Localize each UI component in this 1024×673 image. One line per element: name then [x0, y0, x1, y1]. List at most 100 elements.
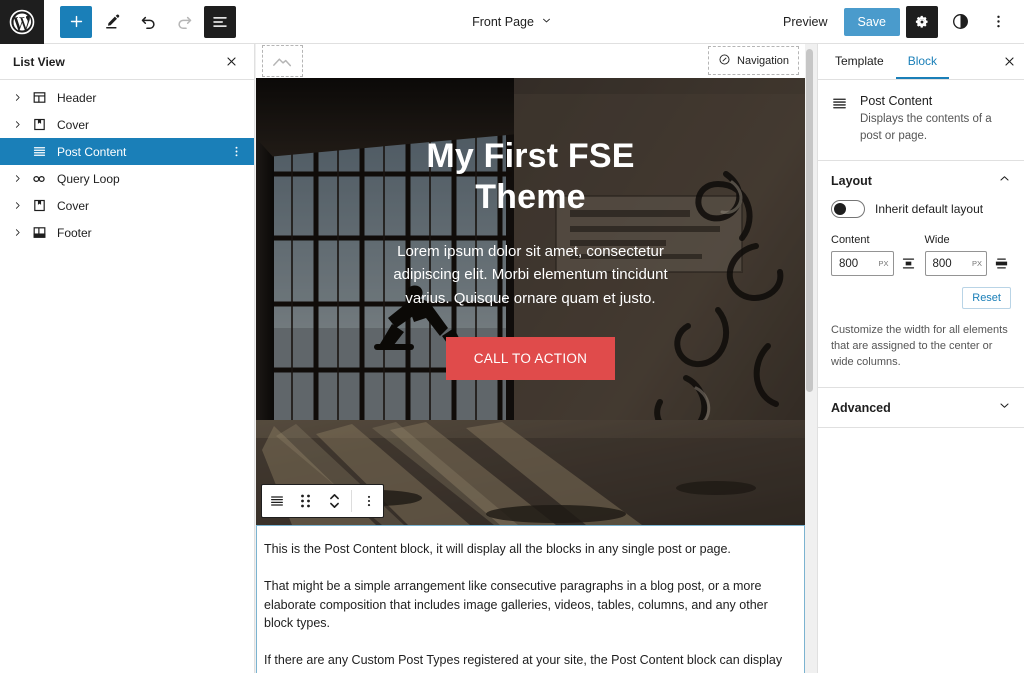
- post-content-paragraph[interactable]: This is the Post Content block, it will …: [261, 540, 800, 559]
- query-loop-block-icon: [27, 171, 51, 187]
- reset-button[interactable]: Reset: [962, 287, 1011, 310]
- top-bar-left-tools: [44, 5, 236, 38]
- list-view-title: List View: [13, 54, 65, 69]
- advanced-panel: Advanced: [818, 388, 1024, 429]
- list-view-toggle-button[interactable]: [204, 5, 236, 38]
- cover-block-icon: [27, 198, 51, 213]
- wordpress-site-editor: Front Page Preview Save List View Header…: [0, 0, 1024, 673]
- list-item-query-loop[interactable]: Query Loop: [0, 165, 254, 192]
- wide-width-label: Wide: [924, 234, 950, 247]
- list-item-header[interactable]: Header: [0, 84, 254, 111]
- list-item-label: Footer: [57, 225, 92, 240]
- post-content-paragraph[interactable]: If there are any Custom Post Types regis…: [261, 651, 800, 673]
- cover-paragraph[interactable]: Lorem ipsum dolor sit amet, consectetur …: [381, 240, 681, 311]
- layout-panel-header[interactable]: Layout: [818, 161, 1024, 200]
- close-icon[interactable]: [994, 44, 1024, 79]
- block-info-card: Post Content Displays the contents of a …: [818, 80, 1024, 162]
- cover-block[interactable]: My First FSE Theme Lorem ipsum dolor sit…: [256, 78, 805, 525]
- template-canvas: Navigation My First FSE Theme Lorem ipsu…: [256, 44, 805, 673]
- list-item-options-icon[interactable]: [228, 142, 244, 162]
- block-info-text: Post Content Displays the contents of a …: [860, 94, 1011, 144]
- chevron-down-icon[interactable]: [998, 399, 1011, 417]
- close-icon[interactable]: [220, 51, 242, 73]
- layout-panel-title: Layout: [831, 173, 872, 188]
- reset-row: Reset: [831, 287, 1011, 310]
- inherit-default-layout-toggle[interactable]: [831, 200, 865, 219]
- editor-top-bar: Front Page Preview Save: [0, 0, 1024, 44]
- settings-button[interactable]: [906, 5, 938, 38]
- sidebar-tabs: Template Block: [818, 44, 1024, 80]
- document-title-dropdown[interactable]: Front Page: [464, 11, 560, 33]
- list-item-label: Cover: [57, 198, 90, 213]
- styles-contrast-button[interactable]: [944, 6, 976, 38]
- settings-sidebar: Template Block Post Content Displays the…: [817, 44, 1024, 673]
- editor-canvas-area: Navigation My First FSE Theme Lorem ipsu…: [256, 44, 817, 673]
- wide-width-unit[interactable]: PX: [972, 259, 982, 268]
- block-type-icon[interactable]: [262, 485, 291, 517]
- align-center-width-icon[interactable]: [899, 253, 918, 275]
- call-to-action-button[interactable]: CALL TO ACTION: [445, 336, 616, 380]
- list-view-panel: List View Header Cover Post Content Quer…: [0, 44, 255, 673]
- chevron-right-icon[interactable]: [7, 228, 27, 237]
- block-title: Post Content: [860, 94, 933, 108]
- wordpress-logo-icon[interactable]: [0, 0, 44, 44]
- site-logo-placeholder-icon[interactable]: [262, 45, 303, 77]
- chevron-down-icon: [541, 15, 552, 29]
- redo-button[interactable]: [168, 6, 200, 38]
- width-units-row: Content 800 PX Wide 800 PX: [831, 234, 1012, 277]
- chevron-right-icon[interactable]: [7, 93, 27, 102]
- list-item-label: Post Content: [57, 144, 127, 159]
- tab-block[interactable]: Block: [895, 44, 950, 79]
- wide-width-group: Wide 800 PX: [924, 234, 1012, 277]
- header-block-icon: [27, 90, 51, 105]
- post-content-block-icon: [27, 144, 51, 159]
- list-item-footer[interactable]: Footer: [0, 219, 254, 246]
- advanced-panel-header[interactable]: Advanced: [818, 388, 1024, 427]
- tab-template[interactable]: Template: [823, 44, 896, 79]
- navigation-block-placeholder[interactable]: Navigation: [708, 46, 799, 75]
- chevron-right-icon[interactable]: [7, 120, 27, 129]
- align-wide-width-icon[interactable]: [992, 253, 1011, 275]
- navigation-block-icon: [718, 53, 731, 69]
- layout-panel-body: Inherit default layout Content 800 PX Wi…: [818, 200, 1024, 387]
- inherit-layout-label: Inherit default layout: [875, 202, 984, 217]
- undo-button[interactable]: [132, 6, 164, 38]
- save-button[interactable]: Save: [843, 7, 900, 36]
- chevron-right-icon[interactable]: [7, 174, 27, 183]
- more-options-button[interactable]: [982, 6, 1014, 38]
- content-width-unit[interactable]: PX: [878, 259, 888, 268]
- list-item-cover-2[interactable]: Cover: [0, 192, 254, 219]
- chevron-up-icon[interactable]: [998, 172, 1011, 190]
- move-up-down-arrows-icon[interactable]: [320, 485, 349, 517]
- content-width-group: Content 800 PX: [831, 234, 918, 277]
- post-content-block[interactable]: This is the Post Content block, it will …: [256, 525, 805, 673]
- content-width-label: Content: [831, 234, 870, 247]
- chevron-right-icon[interactable]: [7, 201, 27, 210]
- list-view-items: Header Cover Post Content Query Loop Cov…: [0, 80, 254, 246]
- canvas-scrollbar[interactable]: [806, 49, 813, 392]
- list-view-header: List View: [0, 44, 254, 80]
- wide-width-value: 800: [932, 257, 952, 270]
- content-width-input[interactable]: 800 PX: [831, 251, 894, 277]
- site-header-block[interactable]: Navigation: [256, 44, 805, 78]
- toolbar-divider: [351, 490, 352, 512]
- content-width-value: 800: [839, 257, 859, 270]
- wide-width-input[interactable]: 800 PX: [924, 251, 987, 277]
- edit-tools-button[interactable]: [96, 6, 128, 38]
- advanced-panel-title: Advanced: [831, 400, 891, 415]
- cover-block-icon: [27, 117, 51, 132]
- layout-help-text: Customize the width for all elements tha…: [831, 324, 1008, 369]
- toggle-knob: [834, 203, 846, 216]
- cover-heading[interactable]: My First FSE Theme: [376, 136, 686, 218]
- preview-button[interactable]: Preview: [773, 9, 837, 35]
- add-block-button[interactable]: [60, 5, 92, 38]
- list-item-cover-1[interactable]: Cover: [0, 111, 254, 138]
- footer-block-icon: [27, 225, 51, 240]
- post-content-paragraph[interactable]: That might be a simple arrangement like …: [261, 577, 800, 633]
- layout-panel: Layout Inherit default layout Content 80…: [818, 161, 1024, 389]
- drag-handle-dots-icon[interactable]: [291, 485, 320, 517]
- block-options-icon[interactable]: [354, 485, 383, 517]
- list-item-post-content[interactable]: Post Content: [0, 138, 254, 165]
- list-item-label: Header: [57, 90, 97, 105]
- wide-width-controls: 800 PX: [924, 251, 1012, 277]
